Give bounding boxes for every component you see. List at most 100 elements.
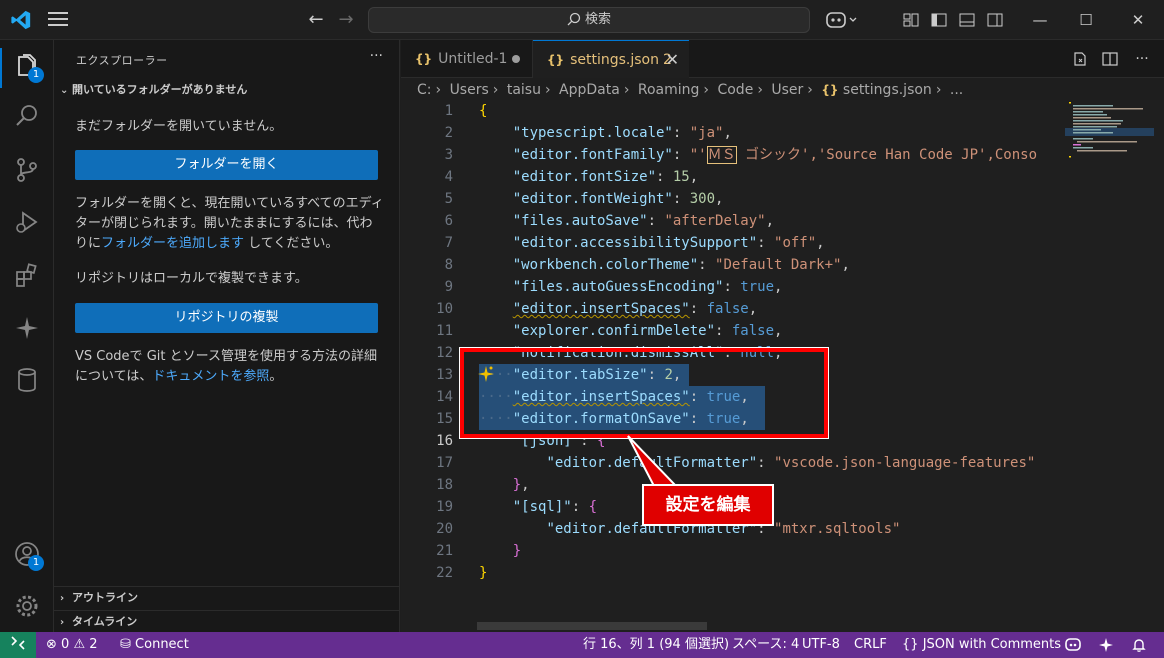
open-folder-button[interactable]: フォルダーを開く bbox=[75, 150, 378, 180]
line-number: 7 bbox=[444, 235, 453, 251]
search-icon[interactable] bbox=[13, 102, 41, 130]
annotation-highlight-box bbox=[460, 348, 828, 438]
breadcrumb-item[interactable]: AppData bbox=[559, 82, 620, 98]
minimize-icon[interactable]: — bbox=[1028, 8, 1052, 32]
code-line: "explorer.confirmDelete": false, bbox=[512, 323, 783, 339]
forward-arrow-icon[interactable]: → bbox=[336, 10, 356, 30]
repo-text: リポジトリはローカルで複製できます。 bbox=[75, 271, 308, 286]
toggle-primary-sidebar-icon[interactable] bbox=[930, 11, 948, 29]
json-value: "Default Dark+" bbox=[715, 257, 842, 273]
git-text-2: 。 bbox=[269, 369, 283, 384]
warning-icon: ⚠ bbox=[73, 637, 86, 652]
problems-indicator[interactable]: ⊗ 0 ⚠ 2 bbox=[46, 632, 98, 658]
title-bar: ← → 検索 — ☐ ✕ bbox=[0, 0, 1164, 40]
encoding[interactable]: UTF-8 bbox=[802, 632, 840, 658]
minimap[interactable] bbox=[1065, 100, 1155, 632]
code-line: } bbox=[512, 543, 522, 559]
outline-section[interactable]: › アウトライン bbox=[54, 586, 400, 608]
git-docs-text: VS Codeで Git とソース管理を使用する方法の詳細については、ドキュメン… bbox=[75, 347, 385, 387]
maximize-icon[interactable]: ☐ bbox=[1074, 8, 1098, 32]
breadcrumb-item[interactable]: User bbox=[771, 82, 803, 98]
toggle-panel-icon[interactable] bbox=[958, 11, 976, 29]
close-window-icon[interactable]: ✕ bbox=[1126, 8, 1150, 32]
json-file-icon: {} bbox=[547, 53, 565, 67]
copilot-sparkle-icon[interactable] bbox=[13, 314, 41, 342]
json-file-icon: {} bbox=[902, 637, 919, 652]
timeline-label: タイムライン bbox=[72, 615, 138, 628]
close-icon[interactable]: ✕ bbox=[666, 41, 679, 79]
outline-label: アウトライン bbox=[72, 591, 138, 604]
line-number: 12 bbox=[436, 345, 453, 361]
vertical-scrollbar[interactable] bbox=[1154, 100, 1164, 632]
indentation[interactable]: スペース: 4 bbox=[732, 632, 799, 658]
tab-untitled[interactable]: {} Untitled-1 bbox=[401, 40, 533, 78]
language-mode[interactable]: {} JSON with Comments bbox=[902, 632, 1061, 658]
breadcrumb-item[interactable]: Roaming bbox=[638, 82, 700, 98]
breadcrumb-item[interactable]: settings.json bbox=[843, 82, 932, 98]
add-folder-link[interactable]: フォルダーを追加します bbox=[101, 236, 244, 251]
annotation-pointer bbox=[627, 435, 679, 487]
source-control-icon[interactable] bbox=[13, 156, 41, 184]
line-number: 8 bbox=[444, 257, 453, 273]
annotation-label: 設定を編集 bbox=[642, 484, 774, 526]
command-search-box[interactable]: 検索 bbox=[368, 7, 810, 33]
clone-repository-button[interactable]: リポジトリの複製 bbox=[75, 303, 378, 333]
copilot-icon[interactable] bbox=[824, 10, 860, 30]
docs-link[interactable]: ドキュメントを参照 bbox=[152, 369, 269, 384]
breadcrumb-item[interactable]: taisu bbox=[507, 82, 541, 98]
menu-icon[interactable] bbox=[48, 12, 68, 28]
breadcrumb-item[interactable]: Code bbox=[717, 82, 753, 98]
breadcrumb-item[interactable]: ... bbox=[950, 82, 963, 98]
end-of-line[interactable]: CRLF bbox=[854, 632, 887, 658]
open-folder-description: フォルダーを開くと、現在開いているすべてのエディターが閉じられます。開いたままに… bbox=[75, 194, 385, 254]
tab-settings-json[interactable]: {} settings.json 2 ✕ bbox=[533, 40, 689, 78]
notifications-bell-icon[interactable] bbox=[1131, 637, 1147, 653]
remote-indicator-icon[interactable] bbox=[0, 632, 36, 658]
back-arrow-icon[interactable]: ← bbox=[306, 10, 326, 30]
breadcrumb-item[interactable]: C: bbox=[417, 82, 432, 98]
settings-gear-icon[interactable] bbox=[13, 592, 41, 620]
json-key: "editor.accessibilitySupport" bbox=[512, 235, 758, 251]
run-debug-icon[interactable] bbox=[13, 208, 41, 236]
json-value: "mtxr.sqltools" bbox=[774, 521, 901, 537]
database-icon[interactable] bbox=[13, 366, 41, 394]
json-key: "editor.fontWeight" bbox=[512, 191, 673, 207]
toggle-secondary-sidebar-icon[interactable] bbox=[986, 11, 1004, 29]
code-line: "editor.accessibilitySupport": "off", bbox=[512, 235, 825, 251]
sparkle-icon[interactable] bbox=[1098, 637, 1114, 653]
line-number: 18 bbox=[436, 477, 453, 493]
accounts-badge: 1 bbox=[28, 555, 44, 571]
split-editor-icon[interactable] bbox=[1101, 50, 1119, 68]
code-line: "editor.fontWeight": 300, bbox=[512, 191, 724, 207]
customize-layout-icon[interactable] bbox=[902, 11, 920, 29]
timeline-section[interactable]: › タイムライン bbox=[54, 610, 400, 632]
line-number: 22 bbox=[436, 565, 453, 581]
chevron-right-icon: › bbox=[60, 593, 65, 604]
activity-bar: 1 1 bbox=[0, 40, 54, 632]
code-line: "files.autoSave": "afterDelay", bbox=[512, 213, 775, 229]
active-indicator bbox=[0, 48, 2, 88]
line-number: 15 bbox=[436, 411, 453, 427]
horizontal-scrollbar[interactable] bbox=[477, 622, 707, 630]
cursor-position[interactable]: 行 16、列 1 (94 個選択) bbox=[583, 632, 729, 658]
json-key: "workbench.colorTheme" bbox=[512, 257, 699, 273]
chevron-down-icon: ⌄ bbox=[60, 85, 69, 96]
json-value: false bbox=[706, 301, 749, 317]
more-actions-icon[interactable]: ··· bbox=[1133, 50, 1151, 68]
more-actions-icon[interactable]: ··· bbox=[370, 48, 383, 64]
code-line: "editor.fontFamily": "'ＭＳ ゴシック','Source … bbox=[512, 146, 1038, 164]
code-line: "typescript.locale": "ja", bbox=[512, 125, 732, 141]
extensions-icon[interactable] bbox=[13, 262, 41, 290]
code-line: "[sql]": { bbox=[512, 499, 598, 515]
no-folder-section-header[interactable]: ⌄ 開いているフォルダーがありません bbox=[60, 81, 247, 97]
line-number: 2 bbox=[444, 125, 453, 141]
breadcrumb-item[interactable]: Users bbox=[450, 82, 489, 98]
line-number: 11 bbox=[436, 323, 453, 339]
line-number: 16 bbox=[436, 433, 453, 449]
json-value: "vscode.json-language-features" bbox=[774, 455, 1036, 471]
json-key: "editor.insertSpaces" bbox=[512, 301, 690, 317]
open-settings-ui-icon[interactable] bbox=[1071, 50, 1089, 68]
line-number: 17 bbox=[436, 455, 453, 471]
copilot-icon[interactable] bbox=[1064, 637, 1082, 653]
connect-button[interactable]: ⛁ Connect bbox=[120, 632, 189, 658]
